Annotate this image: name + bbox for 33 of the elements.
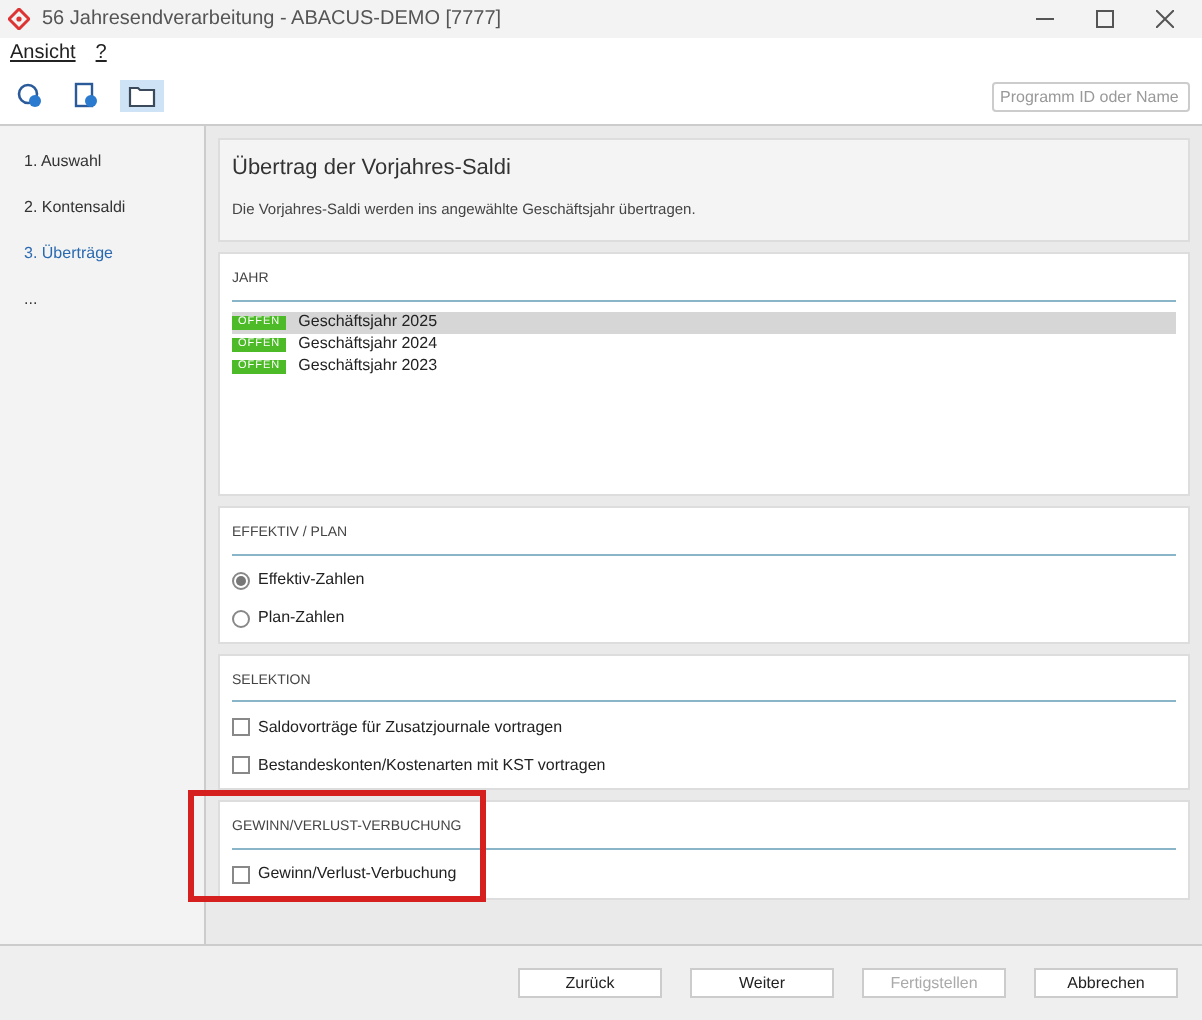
maximize-icon — [1095, 10, 1113, 28]
radio-button[interactable] — [232, 571, 250, 589]
wizard-button[interactable]: Zurück — [518, 968, 662, 998]
radio-label: Plan-Zahlen — [258, 606, 345, 630]
checkbox-label: Bestandeskonten/Kostenarten mit KST vortragen — [258, 753, 606, 777]
step-item[interactable]: 2. Kontensaldi — [24, 196, 204, 220]
step-item[interactable]: 1. Auswahl — [24, 150, 204, 174]
step-item[interactable]: ... — [24, 288, 204, 312]
minimize-icon — [1035, 18, 1053, 20]
year-label: Geschäftsjahr 2023 — [298, 354, 438, 378]
close-icon — [1155, 10, 1173, 28]
wizard-button[interactable]: Weiter — [690, 968, 834, 998]
radio-button[interactable] — [232, 609, 250, 627]
app-logo-icon — [8, 8, 30, 30]
menu-item[interactable]: Ansicht — [10, 38, 76, 68]
checkbox[interactable] — [232, 718, 250, 736]
checkbox[interactable] — [232, 865, 250, 883]
year-label: Geschäftsjahr 2024 — [298, 332, 438, 356]
year-label: Geschäftsjahr 2025 — [298, 310, 438, 334]
document-icon — [72, 82, 100, 110]
search-icon — [16, 82, 44, 110]
wizard-button[interactable]: Abbrechen — [1034, 968, 1178, 998]
search-field[interactable]: Programm ID oder Name — [992, 81, 1190, 111]
page-title: Übertrag der Vorjahres-Saldi — [232, 153, 513, 184]
checkbox-label: Gewinn/Verlust-Verbuchung — [258, 862, 457, 886]
radio-label: Effektiv-Zahlen — [258, 568, 365, 592]
toolbar-button[interactable] — [120, 80, 164, 112]
window-title: 56 Jahresendverarbeitung - ABACUS-DEMO [7777] — [42, 6, 502, 34]
folder-icon — [128, 84, 156, 108]
step-item[interactable]: 3. Überträge — [24, 242, 204, 266]
checkbox[interactable] — [232, 756, 250, 774]
checkbox-label: Saldovorträge für Zusatzjournale vortragen — [258, 715, 563, 739]
menu-item[interactable]: ? — [95, 38, 107, 68]
